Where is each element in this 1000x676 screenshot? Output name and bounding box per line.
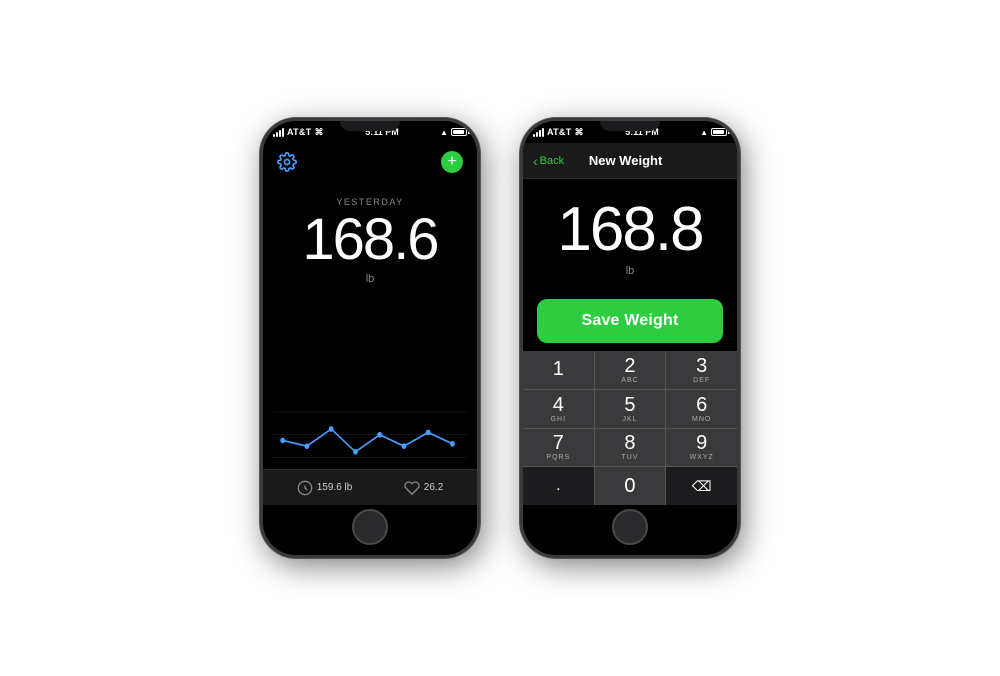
health-icon xyxy=(404,480,420,496)
key-1[interactable]: 1 xyxy=(523,351,594,389)
save-weight-label: Save Weight xyxy=(581,312,678,330)
key-5[interactable]: 5 JKL xyxy=(595,390,666,428)
signal-icon-2: ▲ xyxy=(700,128,708,137)
key-9[interactable]: 9 WXYZ xyxy=(666,429,737,467)
nav-title: New Weight xyxy=(589,153,662,168)
key-6[interactable]: 6 MNO xyxy=(666,390,737,428)
signal-bars-2 xyxy=(533,127,544,137)
settings-button[interactable] xyxy=(277,152,297,172)
back-label[interactable]: Back xyxy=(540,155,564,167)
weight-unit-1: lb xyxy=(366,273,375,285)
key-0[interactable]: 0 xyxy=(595,467,666,505)
scale-icon xyxy=(297,480,313,496)
weight-display-1: YESTERDAY 168.6 lb xyxy=(263,177,477,389)
weight-stat: 159.6 lb xyxy=(297,480,353,496)
weight-unit-2: lb xyxy=(626,265,635,277)
key-8[interactable]: 8 TUV xyxy=(595,429,666,467)
weight-value-2: 168.8 xyxy=(557,199,702,261)
battery-area-2: ▲ xyxy=(700,128,727,137)
numpad: 1 2 ABC 3 DEF 4 GHI 5 JKL 6 MNO xyxy=(523,351,737,505)
bmi-stat-value: 26.2 xyxy=(424,482,443,493)
add-button[interactable]: + xyxy=(441,151,463,173)
weight-stat-value: 159.6 lb xyxy=(317,482,353,493)
battery-icon-1 xyxy=(451,128,467,136)
phone-2: AT&T ⌘ 5:11 PM ▲ ‹ Back New Weight 168.8… xyxy=(520,118,740,558)
battery-area-1: ▲ xyxy=(440,128,467,137)
back-chevron-icon: ‹ xyxy=(533,154,538,168)
carrier-2: AT&T ⌘ xyxy=(533,127,584,138)
status-bar-1: AT&T ⌘ 5:11 PM ▲ xyxy=(263,121,477,143)
screen-2: ‹ Back New Weight 168.8 lb Save Weight 1… xyxy=(523,143,737,555)
time-1: 5:11 PM xyxy=(365,127,399,137)
key-4[interactable]: 4 GHI xyxy=(523,390,594,428)
home-button-2[interactable] xyxy=(612,509,648,545)
time-2: 5:11 PM xyxy=(625,127,659,137)
signal-bars-1 xyxy=(273,127,284,137)
bottom-bar-1: 159.6 lb 26.2 xyxy=(263,469,477,505)
nav-bar-2: ‹ Back New Weight xyxy=(523,143,737,179)
weight-value-1: 168.6 xyxy=(302,211,437,269)
bmi-stat: 26.2 xyxy=(404,480,443,496)
signal-icon-1: ▲ xyxy=(440,128,448,137)
weight-chart xyxy=(273,389,467,469)
nav-bar-1: + xyxy=(263,143,477,177)
wifi-icon-2: ⌘ xyxy=(575,127,584,138)
battery-icon-2 xyxy=(711,128,727,136)
key-2[interactable]: 2 ABC xyxy=(595,351,666,389)
key-3[interactable]: 3 DEF xyxy=(666,351,737,389)
backspace-icon: ⌫ xyxy=(692,478,712,495)
key-backspace[interactable]: ⌫ xyxy=(666,467,737,505)
screen-1: + YESTERDAY 168.6 lb xyxy=(263,143,477,555)
back-button[interactable]: ‹ Back xyxy=(533,154,564,168)
wifi-icon-1: ⌘ xyxy=(315,127,324,138)
key-7[interactable]: 7 PQRS xyxy=(523,429,594,467)
status-bar-2: AT&T ⌘ 5:11 PM ▲ xyxy=(523,121,737,143)
save-weight-button[interactable]: Save Weight xyxy=(537,299,723,343)
weight-display-2: 168.8 lb xyxy=(523,179,737,287)
key-dot[interactable]: . xyxy=(523,467,594,505)
yesterday-label: YESTERDAY xyxy=(336,197,403,207)
phone-1: AT&T ⌘ 5:11 PM ▲ + YESTERDAY xyxy=(260,118,480,558)
home-button-1[interactable] xyxy=(352,509,388,545)
carrier-1: AT&T ⌘ xyxy=(273,127,324,138)
chart-area xyxy=(263,389,477,469)
